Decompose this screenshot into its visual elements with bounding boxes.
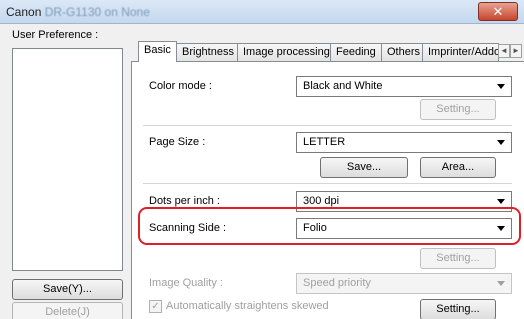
- dpi-label: Dots per inch :: [149, 195, 220, 207]
- chevron-down-icon: [497, 199, 505, 204]
- scanning-side-setting-button[interactable]: Setting...: [420, 248, 496, 269]
- color-mode-value: Black and White: [303, 80, 383, 92]
- tab-scroll-right-icon[interactable]: ►: [510, 44, 522, 58]
- window-title-device: DR-G1130 on None: [44, 5, 150, 19]
- title-bar: Canon DR-G1130 on None ✕: [0, 0, 524, 24]
- page-size-value: LETTER: [303, 136, 346, 148]
- close-button[interactable]: ✕: [478, 2, 518, 21]
- color-mode-label: Color mode :: [149, 80, 212, 92]
- straighten-setting-button[interactable]: Setting...: [420, 299, 496, 319]
- divider: [143, 125, 512, 126]
- window-title: Canon DR-G1130 on None: [6, 5, 150, 19]
- chevron-down-icon: [497, 140, 505, 145]
- straighten-checkbox[interactable]: ✓: [149, 300, 162, 313]
- checkmark-icon: ✓: [151, 301, 160, 312]
- image-quality-value: Speed priority: [303, 277, 371, 289]
- tab-image-processing[interactable]: Image processing: [237, 43, 336, 61]
- window-title-prefix: Canon: [6, 5, 42, 19]
- chevron-down-icon: [497, 84, 505, 89]
- color-mode-select[interactable]: Black and White: [296, 76, 512, 97]
- chevron-down-icon: [497, 281, 505, 286]
- tab-basic[interactable]: Basic: [138, 41, 177, 62]
- image-quality-label: Image Quality :: [149, 277, 223, 289]
- straighten-label: Automatically straightens skewed: [166, 300, 329, 312]
- user-preference-list[interactable]: [12, 48, 123, 271]
- tab-brightness[interactable]: Brightness: [176, 43, 240, 61]
- image-quality-select[interactable]: Speed priority: [296, 273, 512, 294]
- tab-feeding[interactable]: Feeding: [330, 43, 382, 61]
- page-size-label: Page Size :: [149, 136, 206, 148]
- tab-others[interactable]: Others: [381, 43, 427, 61]
- dpi-value: 300 dpi: [303, 195, 340, 207]
- tab-strip: Basic Brightness Image processing Feedin…: [131, 41, 524, 62]
- close-icon: ✕: [492, 4, 504, 19]
- user-preference-label: User Preference :: [12, 29, 99, 41]
- delete-preference-button[interactable]: Delete(J): [12, 302, 123, 319]
- tab-imprinter[interactable]: Imprinter/Addo: [422, 43, 499, 61]
- tab-scroll-left-icon[interactable]: ◄: [498, 44, 510, 58]
- page-size-area-button[interactable]: Area...: [420, 157, 496, 178]
- save-preference-button[interactable]: Save(Y)...: [12, 279, 123, 300]
- divider: [143, 183, 512, 184]
- scanning-side-highlight: [138, 207, 521, 245]
- page-size-save-button[interactable]: Save...: [320, 157, 408, 178]
- page-size-select[interactable]: LETTER: [296, 132, 512, 153]
- color-mode-setting-button[interactable]: Setting...: [420, 99, 496, 120]
